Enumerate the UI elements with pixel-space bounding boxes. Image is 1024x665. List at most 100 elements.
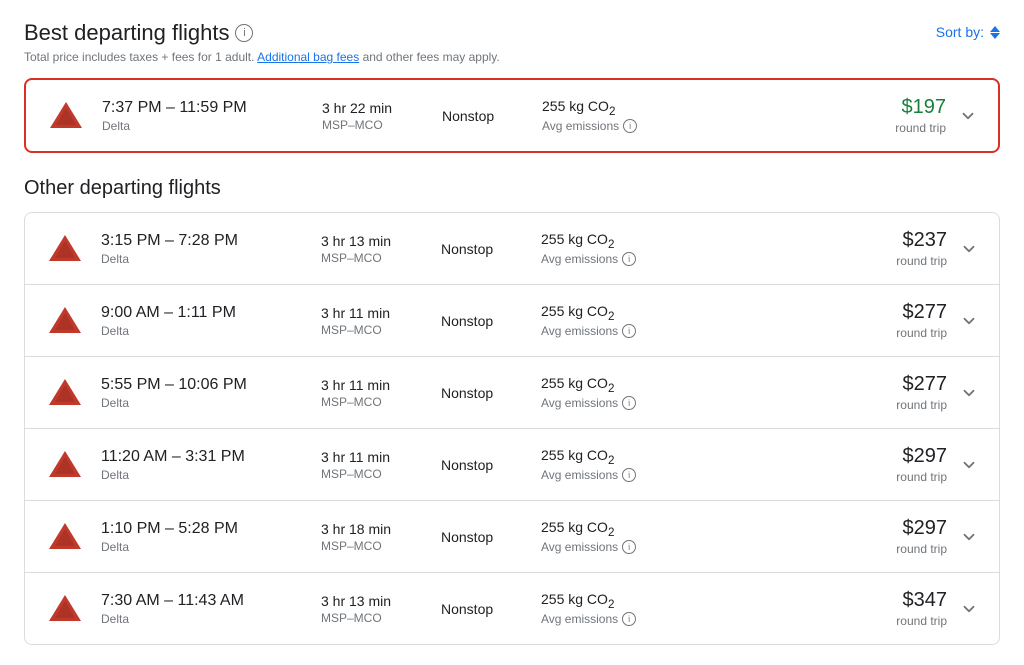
flight-route: MSP–MCO <box>321 395 433 409</box>
flight-emissions-label: Avg emissions i <box>541 324 851 338</box>
flight-co2: 255 kg CO2 <box>541 375 851 395</box>
flight-price-col: $347 round trip <box>851 589 951 628</box>
flight-expand[interactable] <box>951 239 987 259</box>
bag-fees-link[interactable]: Additional bag fees <box>257 50 359 64</box>
chevron-down-icon <box>959 599 979 619</box>
flight-expand[interactable] <box>951 599 987 619</box>
airline-logo-col <box>37 303 93 339</box>
flight-time-col: 3:15 PM – 7:28 PM Delta <box>93 232 313 266</box>
flight-time-col: 7:30 AM – 11:43 AM Delta <box>93 592 313 626</box>
flight-airline: Delta <box>101 612 313 626</box>
flight-emissions-col: 255 kg CO2 Avg emissions i <box>533 231 851 267</box>
flight-emissions-info-icon[interactable]: i <box>622 396 636 410</box>
flight-time-col: 9:00 AM – 1:11 PM Delta <box>93 304 313 338</box>
flight-emissions-label: Avg emissions i <box>541 396 851 410</box>
flight-duration: 3 hr 13 min <box>321 233 433 249</box>
flight-airline: Delta <box>101 540 313 554</box>
flight-emissions-col: 255 kg CO2 Avg emissions i <box>533 303 851 339</box>
flight-co2: 255 kg CO2 <box>541 591 851 611</box>
sort-by-button[interactable]: Sort by: <box>936 24 1000 40</box>
flight-duration: 3 hr 13 min <box>321 593 433 609</box>
best-flight-duration-col: 3 hr 22 min MSP–MCO <box>314 100 434 132</box>
best-flight-stops: Nonstop <box>442 108 534 124</box>
flight-duration-col: 3 hr 11 min MSP–MCO <box>313 449 433 481</box>
other-flights-header: Other departing flights <box>24 177 1000 200</box>
best-flight-emissions-col: 255 kg CO2 Avg emissions i <box>534 98 850 134</box>
flight-expand[interactable] <box>951 383 987 403</box>
flight-co2: 255 kg CO2 <box>541 447 851 467</box>
flight-route: MSP–MCO <box>321 467 433 481</box>
flight-row[interactable]: 1:10 PM – 5:28 PM Delta 3 hr 18 min MSP–… <box>25 501 999 573</box>
flight-emissions-label: Avg emissions i <box>541 540 851 554</box>
flight-price-label: round trip <box>851 254 947 268</box>
best-flight-airline: Delta <box>102 119 314 133</box>
best-flight-stops-col: Nonstop <box>434 108 534 124</box>
flight-row[interactable]: 3:15 PM – 7:28 PM Delta 3 hr 13 min MSP–… <box>25 213 999 285</box>
flight-duration: 3 hr 11 min <box>321 449 433 465</box>
best-flight-card[interactable]: 7:37 PM – 11:59 PM Delta 3 hr 22 min MSP… <box>24 78 1000 153</box>
flight-co2: 255 kg CO2 <box>541 519 851 539</box>
best-flight-co2: 255 kg CO2 <box>542 98 850 118</box>
flight-price-label: round trip <box>851 542 947 556</box>
flight-row[interactable]: 7:30 AM – 11:43 AM Delta 3 hr 13 min MSP… <box>25 573 999 644</box>
best-flight-price-label: round trip <box>850 121 946 135</box>
flight-price: $347 <box>851 589 947 612</box>
flight-emissions-label: Avg emissions i <box>541 252 851 266</box>
flight-emissions-info-icon[interactable]: i <box>622 252 636 266</box>
flight-row[interactable]: 11:20 AM – 3:31 PM Delta 3 hr 11 min MSP… <box>25 429 999 501</box>
flight-price-label: round trip <box>851 398 947 412</box>
chevron-down-icon <box>958 106 978 126</box>
flight-airline: Delta <box>101 468 313 482</box>
flight-price-col: $277 round trip <box>851 373 951 412</box>
flight-emissions-label: Avg emissions i <box>541 612 851 626</box>
flight-stops: Nonstop <box>441 385 533 401</box>
airline-logo-col <box>37 519 93 555</box>
flight-price: $277 <box>851 373 947 396</box>
flight-duration-col: 3 hr 13 min MSP–MCO <box>313 593 433 625</box>
flight-emissions-col: 255 kg CO2 Avg emissions i <box>533 375 851 411</box>
flight-price-col: $297 round trip <box>851 517 951 556</box>
flight-time: 5:55 PM – 10:06 PM <box>101 376 313 394</box>
header-left: Best departing flights i Total price inc… <box>24 20 500 64</box>
flight-duration: 3 hr 11 min <box>321 377 433 393</box>
flight-expand[interactable] <box>951 311 987 331</box>
flight-duration-col: 3 hr 18 min MSP–MCO <box>313 521 433 553</box>
flight-emissions-label: Avg emissions i <box>541 468 851 482</box>
flight-stops-col: Nonstop <box>433 529 533 545</box>
flight-duration-col: 3 hr 13 min MSP–MCO <box>313 233 433 265</box>
best-flight-expand[interactable] <box>950 106 986 126</box>
flight-price: $297 <box>851 517 947 540</box>
flight-stops: Nonstop <box>441 601 533 617</box>
chevron-down-icon <box>959 311 979 331</box>
flight-stops: Nonstop <box>441 529 533 545</box>
flight-time: 7:30 AM – 11:43 AM <box>101 592 313 610</box>
sort-arrow-down <box>990 33 1000 39</box>
flight-expand[interactable] <box>951 527 987 547</box>
flight-emissions-info-icon[interactable]: i <box>622 612 636 626</box>
flight-expand[interactable] <box>951 455 987 475</box>
flight-time: 9:00 AM – 1:11 PM <box>101 304 313 322</box>
subtitle: Total price includes taxes + fees for 1 … <box>24 50 500 64</box>
flight-time-col: 5:55 PM – 10:06 PM Delta <box>93 376 313 410</box>
info-icon[interactable]: i <box>235 24 253 42</box>
flight-row[interactable]: 9:00 AM – 1:11 PM Delta 3 hr 11 min MSP–… <box>25 285 999 357</box>
flight-co2: 255 kg CO2 <box>541 303 851 323</box>
flight-time: 3:15 PM – 7:28 PM <box>101 232 313 250</box>
page-header: Best departing flights i Total price inc… <box>24 20 1000 64</box>
best-flight-duration: 3 hr 22 min <box>322 100 434 116</box>
flight-emissions-info-icon[interactable]: i <box>622 468 636 482</box>
sort-icon <box>990 26 1000 39</box>
flight-co2: 255 kg CO2 <box>541 231 851 251</box>
flight-route: MSP–MCO <box>321 251 433 265</box>
flight-emissions-info-icon[interactable]: i <box>622 540 636 554</box>
flight-airline: Delta <box>101 396 313 410</box>
emissions-info-icon[interactable]: i <box>623 119 637 133</box>
flight-price: $297 <box>851 445 947 468</box>
flight-stops: Nonstop <box>441 313 533 329</box>
flight-stops-col: Nonstop <box>433 457 533 473</box>
flight-row[interactable]: 5:55 PM – 10:06 PM Delta 3 hr 11 min MSP… <box>25 357 999 429</box>
chevron-down-icon <box>959 383 979 403</box>
flight-emissions-info-icon[interactable]: i <box>622 324 636 338</box>
chevron-down-icon <box>959 455 979 475</box>
flight-emissions-col: 255 kg CO2 Avg emissions i <box>533 591 851 627</box>
